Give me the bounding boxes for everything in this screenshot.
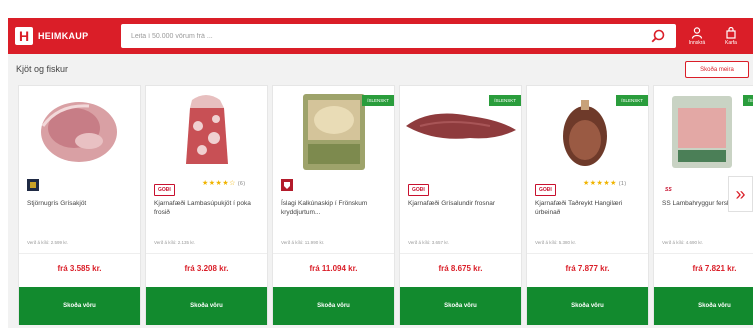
brand-logo: GOÐI [154,184,175,196]
logo-text: HEIMKAUP [38,31,89,41]
unit-price: Verð á kíló: 3.657 kr. [408,240,450,245]
product-price: frá 3.208 kr. [184,264,229,273]
brand-shield-icon [281,179,293,191]
product-tag: ÍSLENSKT [489,95,521,106]
header-actions: Innskrá Karfa [680,18,748,54]
pork-image [41,102,117,162]
lamb-soup-image [186,95,228,164]
top-strip [0,0,753,18]
product-price: frá 7.821 kr. [692,264,737,273]
chevron-right-icon: » [735,183,746,204]
product-price: frá 8.675 kr. [438,264,483,273]
cart-button[interactable]: Karfa [714,18,748,54]
rating-count: (6) [237,181,246,187]
search-bar [121,24,676,48]
product-image[interactable]: ÍSLENSKT [654,86,753,174]
quality-icon [27,179,39,191]
product-image[interactable] [146,86,267,174]
product-name[interactable]: Stjörnugrís Grísakjöt [27,199,135,208]
unit-price: Verð á kíló: 2.135 kr. [154,240,196,245]
see-more-button[interactable]: Skoða meira [685,61,749,78]
search-icon [651,29,665,43]
brand-logo: SS [662,184,675,196]
rating-count: (1) [618,181,627,187]
unit-price: Verð á kíló: 11.990 kr. [281,240,325,245]
app: H HEIMKAUP Innskrá [8,18,753,328]
divider [527,253,648,254]
product-tag: ÍSLENSKT [616,95,648,106]
brand-badge: GOÐI [154,178,175,196]
view-product-button[interactable]: Skoða vöru [273,287,394,325]
rating: ★★★★☆ (6) [202,179,246,187]
brand-badge [281,178,293,191]
brand-badge: SS [662,178,675,196]
account-label: Innskrá [688,39,706,46]
view-product-button[interactable]: Skoða vöru [527,287,648,325]
view-product-button[interactable]: Skoða vöru [19,287,140,325]
view-product-button[interactable]: Skoða vöru [654,287,753,325]
cart-icon [726,26,736,39]
product-name[interactable]: Kjarnafæði Taðreykt Hangilæri úrbeinað [535,199,643,217]
divider [273,253,394,254]
brand-badge: GOÐI [408,178,429,196]
view-product-button[interactable]: Skoða vöru [146,287,267,325]
logo[interactable]: H HEIMKAUP [15,18,88,54]
product-price: frá 3.585 kr. [57,264,102,273]
product-card[interactable]: Stjörnugrís Grísakjöt Verð á kíló: 2.599… [18,85,141,325]
view-product-button[interactable]: Skoða vöru [400,287,521,325]
product-name[interactable]: Kjarnafæði Lambasúpukjöt í poka frosið [154,199,262,217]
divider [146,253,267,254]
product-image[interactable]: ÍSLENSKT [527,86,648,174]
divider [19,253,140,254]
product-name[interactable]: Kjarnafæði Grísalundir frosnar [408,199,516,208]
brand-badge [27,178,39,191]
product-price: frá 11.094 kr. [309,264,358,273]
rating-stars: ★★★★☆ [202,180,236,187]
section-header: Kjöt og fiskur Skoða meira [8,56,753,84]
user-icon [691,26,703,39]
divider [400,253,521,254]
carousel-next-button[interactable]: » [728,176,753,212]
product-card[interactable]: GOÐI ★★★★☆ (6) Kjarnafæði Lambasúpukjöt í… [145,85,268,325]
product-carousel: Stjörnugrís Grísakjöt Verð á kíló: 2.599… [18,85,753,325]
product-image[interactable]: ÍSLENSKT [273,86,394,174]
divider [654,253,753,254]
unit-price: Verð á kíló: 4.690 kr. [662,240,704,245]
search-button[interactable] [648,26,668,46]
account-button[interactable]: Innskrá [680,18,714,54]
brand-badge: GOÐI [535,178,556,196]
unit-price: Verð á kíló: 2.599 kr. [27,240,69,245]
product-name[interactable]: Íslagi Kalkúnaskip í Frönskum kryddjurtu… [281,199,389,217]
lamb-rack-image [672,96,732,168]
rating-stars: ★★★★★ [583,180,617,187]
site-header: H HEIMKAUP Innskrá [8,18,753,54]
brand-logo: GOÐI [535,184,556,196]
product-image[interactable]: ÍSLENSKT [400,86,521,174]
unit-price: Verð á kíló: 5.380 kr. [535,240,577,245]
product-image[interactable] [19,86,140,174]
product-price: frá 7.877 kr. [565,264,610,273]
rating: ★★★★★ (1) [583,179,627,187]
product-tag: ÍSLENSKT [743,95,753,106]
product-card[interactable]: ÍSLENSKT GOÐI ★★★★★ (1) Kjarnafæði Taðrey… [526,85,649,325]
product-card[interactable]: ÍSLENSKT GOÐI Kjarnafæði Grísalundir fro… [399,85,522,325]
section-title: Kjöt og fiskur [16,64,69,74]
logo-mark: H [15,27,33,45]
search-input[interactable] [121,24,631,48]
cart-label: Karfa [725,39,737,46]
product-card[interactable]: ÍSLENSKT Íslagi Kalkúnaskip í Frönskum k… [272,85,395,325]
product-tag: ÍSLENSKT [362,95,394,106]
brand-logo: GOÐI [408,184,429,196]
